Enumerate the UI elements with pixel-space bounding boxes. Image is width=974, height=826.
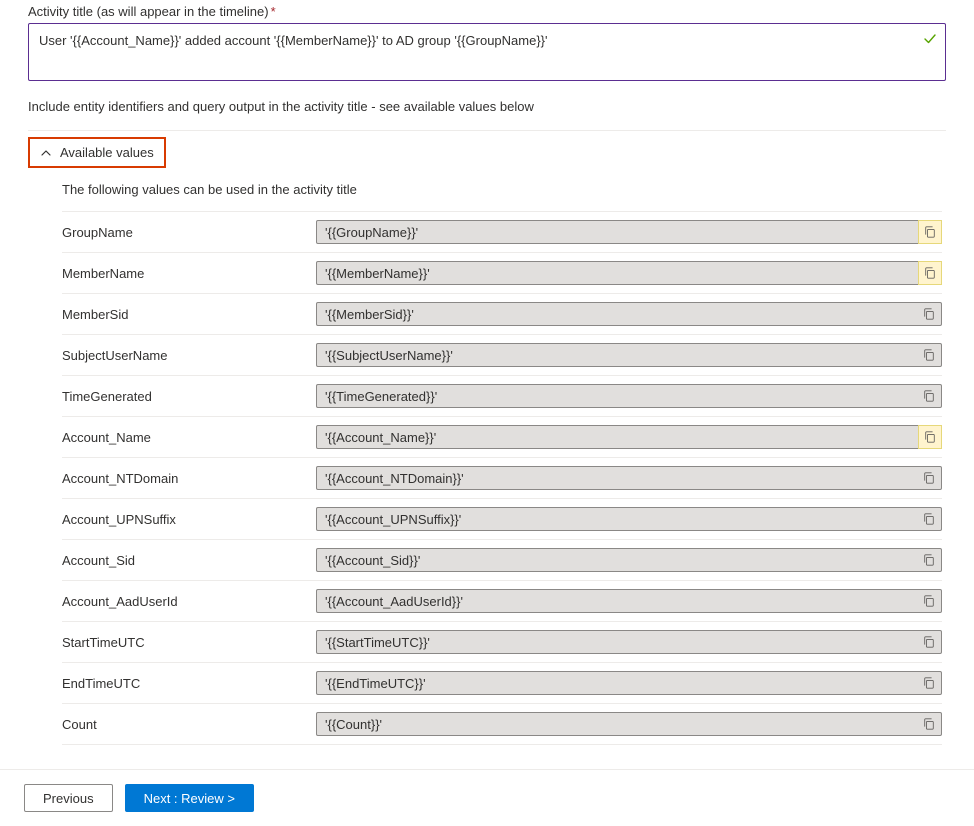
copy-icon[interactable]	[918, 425, 942, 449]
available-value-row: Account_NTDomain '{{Account_NTDomain}}'	[62, 457, 942, 498]
available-value-token-input[interactable]: '{{Account_Sid}}'	[316, 548, 942, 572]
available-value-token-input[interactable]: '{{SubjectUserName}}'	[316, 343, 942, 367]
activity-title-input[interactable]: User '{{Account_Name}}' added account '{…	[28, 23, 946, 81]
available-value-token-input[interactable]: '{{Account_UPNSuffix}}'	[316, 507, 942, 531]
available-value-row: StartTimeUTC '{{StartTimeUTC}}'	[62, 621, 942, 662]
available-value-token-input[interactable]: '{{Account_NTDomain}}'	[316, 466, 942, 490]
available-value-token-input[interactable]: '{{GroupName}}'	[316, 220, 942, 244]
available-value-row: Account_UPNSuffix '{{Account_UPNSuffix}}'	[62, 498, 942, 539]
available-value-row: Account_Name '{{Account_Name}}'	[62, 416, 942, 457]
copy-icon[interactable]	[917, 385, 941, 407]
available-value-token-input[interactable]: '{{StartTimeUTC}}'	[316, 630, 942, 654]
copy-icon[interactable]	[917, 508, 941, 530]
available-value-token-text: '{{Account_AadUserId}}'	[325, 594, 917, 609]
copy-icon[interactable]	[917, 631, 941, 653]
available-value-name: Account_Name	[62, 430, 316, 445]
available-value-token-input[interactable]: '{{Count}}'	[316, 712, 942, 736]
available-value-row: MemberSid '{{MemberSid}}'	[62, 293, 942, 334]
available-value-name: Account_AadUserId	[62, 594, 316, 609]
available-value-token-input[interactable]: '{{EndTimeUTC}}'	[316, 671, 942, 695]
available-values-header-text: Available values	[60, 145, 154, 160]
available-value-token-input[interactable]: '{{Account_AadUserId}}'	[316, 589, 942, 613]
available-value-name: Account_Sid	[62, 553, 316, 568]
available-value-name: SubjectUserName	[62, 348, 316, 363]
validation-check-icon	[923, 32, 937, 46]
available-value-token-text: '{{MemberSid}}'	[325, 307, 917, 322]
available-value-row: Account_AadUserId '{{Account_AadUserId}}'	[62, 580, 942, 621]
available-value-row: TimeGenerated '{{TimeGenerated}}'	[62, 375, 942, 416]
available-value-token-text: '{{Account_Sid}}'	[325, 553, 917, 568]
copy-icon[interactable]	[917, 672, 941, 694]
copy-icon[interactable]	[918, 220, 942, 244]
available-value-token-text: '{{MemberName}}'	[325, 266, 918, 281]
form-scroll-area[interactable]: Activity title (as will appear in the ti…	[0, 0, 974, 769]
copy-icon[interactable]	[917, 467, 941, 489]
available-value-name: Account_NTDomain	[62, 471, 316, 486]
available-values-list: GroupName '{{GroupName}}' MemberName '{{Mem…	[62, 211, 942, 745]
available-value-name: Account_UPNSuffix	[62, 512, 316, 527]
required-indicator: *	[271, 4, 276, 19]
available-value-token-text: '{{EndTimeUTC}}'	[325, 676, 917, 691]
available-value-row: MemberName '{{MemberName}}'	[62, 252, 942, 293]
available-value-row: Count '{{Count}}'	[62, 703, 942, 745]
available-value-name: GroupName	[62, 225, 316, 240]
copy-icon[interactable]	[917, 590, 941, 612]
available-value-name: StartTimeUTC	[62, 635, 316, 650]
available-value-token-text: '{{Count}}'	[325, 717, 917, 732]
available-values-body: The following values can be used in the …	[28, 182, 946, 745]
available-value-token-text: '{{Account_Name}}'	[325, 430, 918, 445]
available-value-row: Account_Sid '{{Account_Sid}}'	[62, 539, 942, 580]
available-value-token-input[interactable]: '{{Account_Name}}'	[316, 425, 942, 449]
previous-button[interactable]: Previous	[24, 784, 113, 812]
wizard-footer: Previous Next : Review >	[0, 769, 974, 826]
available-value-token-input[interactable]: '{{MemberSid}}'	[316, 302, 942, 326]
available-value-name: MemberSid	[62, 307, 316, 322]
available-values-subtitle: The following values can be used in the …	[62, 182, 942, 197]
copy-icon[interactable]	[917, 713, 941, 735]
available-value-token-text: '{{TimeGenerated}}'	[325, 389, 917, 404]
available-value-token-text: '{{Account_NTDomain}}'	[325, 471, 917, 486]
available-value-token-text: '{{SubjectUserName}}'	[325, 348, 917, 363]
available-value-row: GroupName '{{GroupName}}'	[62, 211, 942, 252]
copy-icon[interactable]	[917, 549, 941, 571]
helper-text: Include entity identifiers and query out…	[28, 99, 946, 114]
available-value-name: MemberName	[62, 266, 316, 281]
copy-icon[interactable]	[917, 303, 941, 325]
available-value-token-input[interactable]: '{{MemberName}}'	[316, 261, 942, 285]
available-values-toggle[interactable]: Available values	[28, 137, 166, 168]
available-value-token-text: '{{Account_UPNSuffix}}'	[325, 512, 917, 527]
next-review-button[interactable]: Next : Review >	[125, 784, 254, 812]
activity-title-label: Activity title (as will appear in the ti…	[28, 4, 946, 19]
copy-icon[interactable]	[918, 261, 942, 285]
available-value-name: TimeGenerated	[62, 389, 316, 404]
available-value-row: EndTimeUTC '{{EndTimeUTC}}'	[62, 662, 942, 703]
available-value-token-text: '{{GroupName}}'	[325, 225, 918, 240]
activity-title-value: User '{{Account_Name}}' added account '{…	[39, 32, 911, 50]
available-value-name: Count	[62, 717, 316, 732]
chevron-up-icon	[40, 147, 52, 159]
available-value-token-input[interactable]: '{{TimeGenerated}}'	[316, 384, 942, 408]
available-value-token-text: '{{StartTimeUTC}}'	[325, 635, 917, 650]
copy-icon[interactable]	[917, 344, 941, 366]
available-value-row: SubjectUserName '{{SubjectUserName}}'	[62, 334, 942, 375]
available-value-name: EndTimeUTC	[62, 676, 316, 691]
section-separator	[28, 130, 946, 131]
